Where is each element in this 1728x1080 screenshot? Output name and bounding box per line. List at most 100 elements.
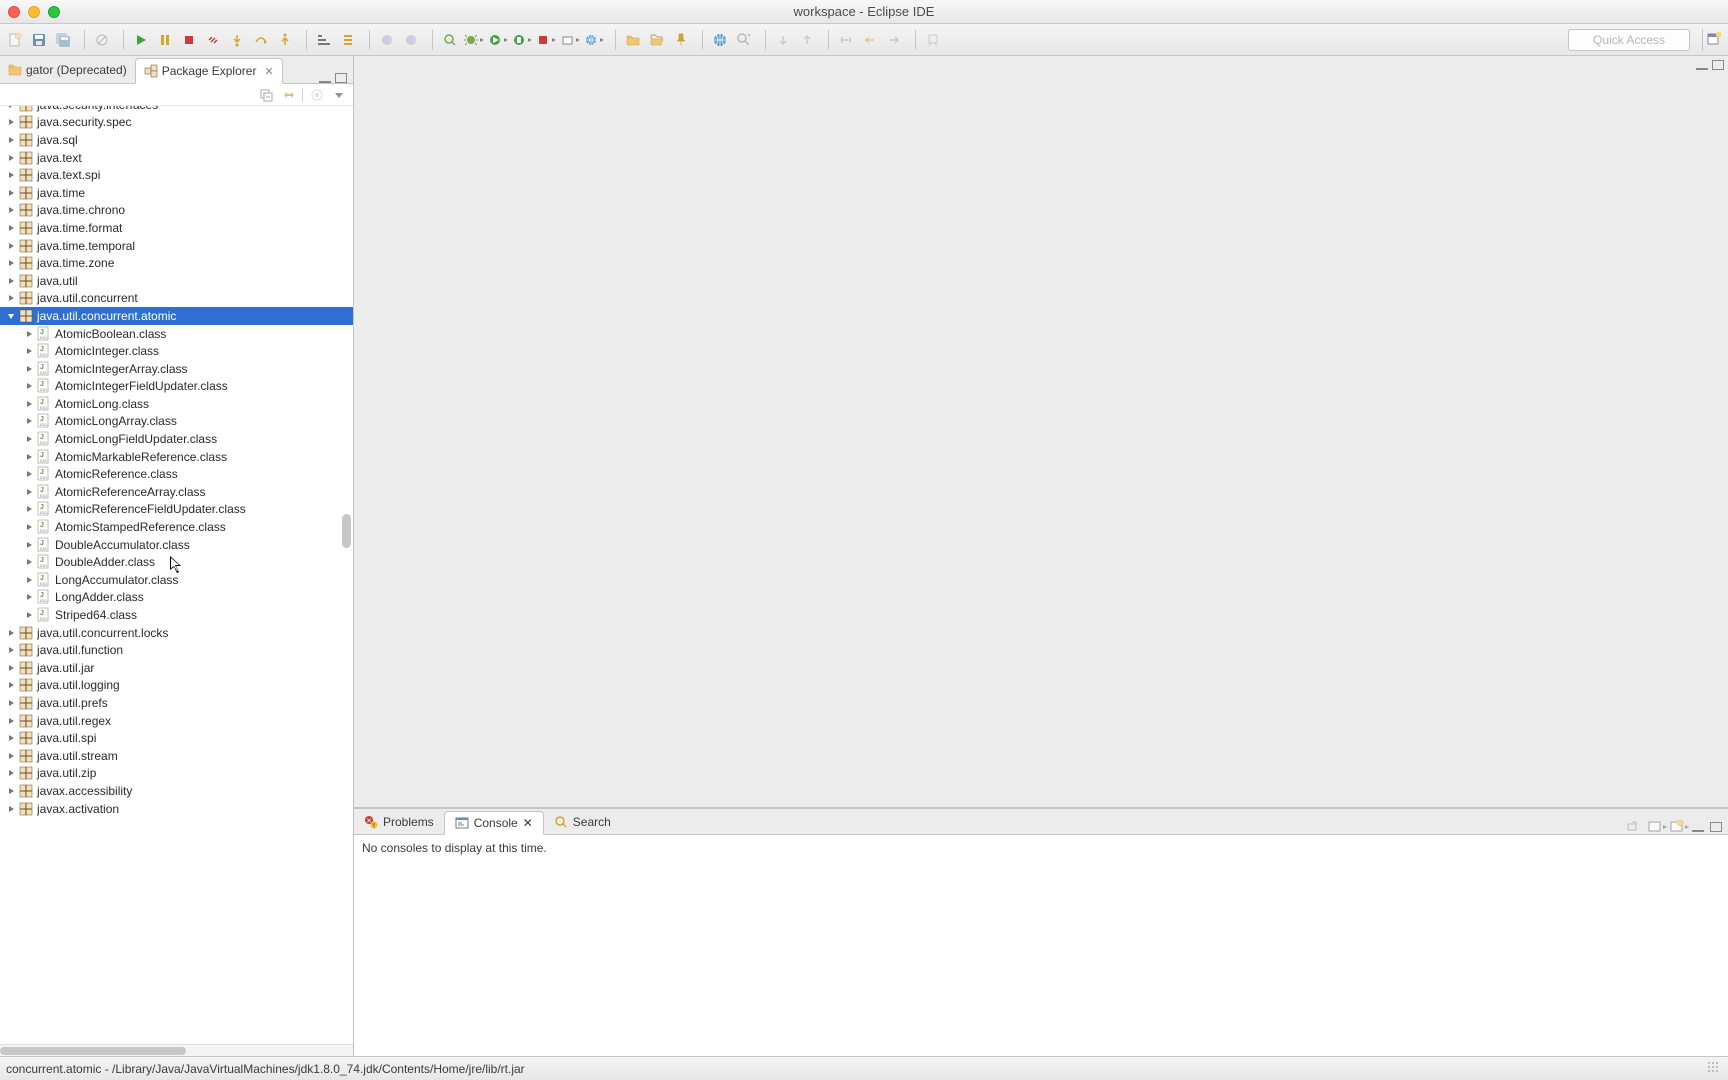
minimize-window-button[interactable] [28,6,40,18]
coverage-dropdown-button[interactable] [511,29,533,51]
collapse-all-button[interactable] [258,87,274,103]
view-menu-button[interactable] [331,87,347,103]
package-node[interactable]: java.text.spi [0,166,353,184]
package-node[interactable]: java.util.prefs [0,694,353,712]
debug-dropdown-button[interactable] [463,29,485,51]
forward-button[interactable] [883,29,905,51]
open-type-button[interactable] [439,29,461,51]
quick-access-input[interactable]: Quick Access [1568,29,1690,51]
maximize-editor-button[interactable] [1712,60,1724,70]
disconnect-button[interactable] [202,29,224,51]
tab-search[interactable]: Search [544,810,621,834]
link-with-editor-button[interactable] [280,87,296,103]
open-web-browser-button[interactable] [709,29,731,51]
minimize-console-button[interactable] [1692,822,1704,832]
new-java-project-button[interactable] [376,29,398,51]
minimize-view-button[interactable] [319,73,331,83]
package-node[interactable]: javax.accessibility [0,782,353,800]
package-node[interactable]: java.time.chrono [0,202,353,220]
last-edit-location-button[interactable] [835,29,857,51]
package-node[interactable]: java.time.temporal [0,237,353,255]
package-node[interactable]: javax.activation [0,800,353,818]
class-node[interactable]: J010AtomicIntegerArray.class [0,360,353,378]
package-node[interactable]: java.time.zone [0,254,353,272]
package-node[interactable]: java.util.concurrent.locks [0,624,353,642]
package-node[interactable]: java.util.regex [0,712,353,730]
package-node[interactable]: java.util [0,272,353,290]
package-node[interactable]: java.util.concurrent.atomic [0,307,353,325]
class-node[interactable]: J010DoubleAccumulator.class [0,536,353,554]
package-node[interactable]: java.util.spi [0,729,353,747]
class-node[interactable]: J010DoubleAdder.class [0,553,353,571]
class-node[interactable]: J010LongAdder.class [0,589,353,607]
horizontal-scrollbar[interactable] [0,1044,353,1056]
class-node[interactable]: J010AtomicMarkableReference.class [0,448,353,466]
class-node[interactable]: J010AtomicLong.class [0,395,353,413]
class-node[interactable]: J010AtomicIntegerFieldUpdater.class [0,378,353,396]
open-console-dropdown[interactable] [1670,820,1686,834]
tab-package-explorer[interactable]: Package Explorer ✕ [135,58,283,84]
previous-annotation-button[interactable] [796,29,818,51]
class-node[interactable]: J010Striped64.class [0,606,353,624]
package-node[interactable]: java.util.concurrent [0,290,353,308]
new-java-package-button[interactable] [400,29,422,51]
minimize-editor-button[interactable] [1696,60,1708,70]
class-node[interactable]: J010LongAccumulator.class [0,571,353,589]
resume-button[interactable] [130,29,152,51]
package-node[interactable]: java.security.interfaces [0,106,353,114]
class-node[interactable]: J010AtomicLongFieldUpdater.class [0,430,353,448]
class-node[interactable]: J010AtomicInteger.class [0,342,353,360]
toggle-breadcrumb-button[interactable] [313,29,335,51]
package-tree[interactable]: java.security.interfacesjava.security.sp… [0,106,353,1044]
class-node[interactable]: J010AtomicReferenceFieldUpdater.class [0,501,353,519]
tab-problems[interactable]: ✕! Problems [354,810,444,834]
class-node[interactable]: J010AtomicReference.class [0,465,353,483]
package-node[interactable]: java.util.zip [0,765,353,783]
package-node[interactable]: java.util.logging [0,677,353,695]
toggle-mark-occurrences-button[interactable] [337,29,359,51]
step-over-button[interactable] [250,29,272,51]
skip-breakpoints-button[interactable] [91,29,113,51]
close-icon[interactable]: ✕ [523,816,533,830]
package-node[interactable]: java.time.format [0,219,353,237]
close-window-button[interactable] [8,6,20,18]
zoom-window-button[interactable] [48,6,60,18]
open-perspective-button[interactable] [1702,29,1724,51]
package-node[interactable]: java.time [0,184,353,202]
pin-console-button[interactable] [1626,820,1642,834]
run-dropdown-button[interactable] [487,29,509,51]
open-folder-button[interactable] [646,29,668,51]
new-button[interactable] [4,29,26,51]
step-return-button[interactable] [274,29,296,51]
suspend-button[interactable] [154,29,176,51]
pin-editor-button[interactable] [670,29,692,51]
tab-navigator[interactable]: gator (Deprecated) [0,57,135,83]
maximize-console-button[interactable] [1710,822,1722,832]
class-node[interactable]: J010AtomicStampedReference.class [0,518,353,536]
new-server-button[interactable] [559,29,581,51]
package-node[interactable]: java.util.function [0,641,353,659]
close-icon[interactable]: ✕ [264,65,273,78]
step-into-button[interactable] [226,29,248,51]
search-button[interactable] [733,29,755,51]
class-node[interactable]: J010AtomicLongArray.class [0,413,353,431]
save-all-button[interactable] [52,29,74,51]
maximize-view-button[interactable] [335,73,347,83]
tab-console[interactable]: Console ✕ [444,811,544,835]
focus-task-button[interactable] [309,87,325,103]
pin-button[interactable] [922,29,944,51]
display-console-dropdown[interactable] [1648,820,1664,834]
package-node[interactable]: java.util.stream [0,747,353,765]
vertical-scrollbar-thumb[interactable] [342,514,351,548]
package-node[interactable]: java.security.spec [0,114,353,132]
terminate-button[interactable] [178,29,200,51]
package-node[interactable]: java.sql [0,131,353,149]
package-node[interactable]: java.util.jar [0,659,353,677]
next-annotation-button[interactable] [772,29,794,51]
web-browser-dropdown-button[interactable] [583,29,605,51]
horizontal-scrollbar-thumb[interactable] [0,1047,186,1055]
package-node[interactable]: java.text [0,149,353,167]
back-button[interactable] [859,29,881,51]
class-node[interactable]: J010AtomicBoolean.class [0,325,353,343]
run-last-tool-button[interactable] [535,29,557,51]
